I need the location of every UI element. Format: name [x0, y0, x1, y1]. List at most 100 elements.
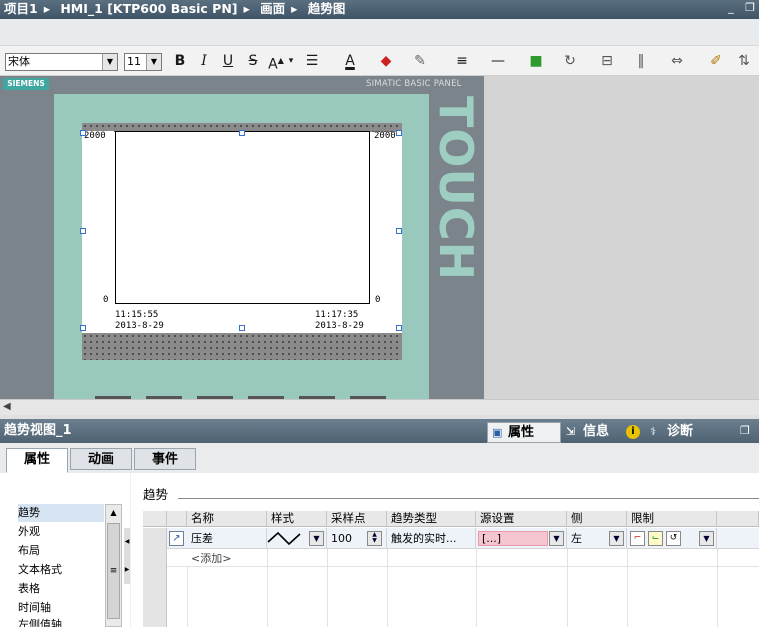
tab-properties-top[interactable]: ▣ 属性 [487, 422, 561, 443]
format-painter-icon[interactable]: ✐ [706, 51, 726, 71]
column-header-name[interactable]: 名称 [187, 511, 267, 527]
nav-item-layout[interactable]: 布局 [18, 542, 40, 560]
column-header-limits[interactable]: 限制 [627, 511, 717, 527]
resize-handle[interactable] [396, 325, 402, 331]
italic-button[interactable]: I [197, 51, 211, 71]
resize-handle[interactable] [396, 130, 402, 136]
row-side[interactable]: 左 ▼ [567, 528, 627, 549]
horizontal-scrollbar[interactable]: ◀ [0, 399, 759, 415]
spinner-icon[interactable]: ▲ ▼ [367, 531, 382, 546]
row-style[interactable]: ▼ [267, 528, 327, 549]
layer-icon[interactable]: ■ [526, 51, 546, 71]
chevron-down-icon[interactable]: ▼ [146, 54, 161, 70]
row-sample-points[interactable]: 100 ▲ ▼ [327, 528, 387, 549]
breadcrumb-separator-icon: ▸ [43, 1, 50, 16]
restore-icon[interactable]: ❐ [740, 424, 750, 437]
lower-limit-icon[interactable]: ⌙ [648, 531, 663, 546]
align-center-icon[interactable]: ⊟ [596, 51, 618, 71]
chevron-down-icon[interactable]: ▼ [549, 531, 564, 546]
scroll-left-icon[interactable]: ◀ [3, 401, 11, 412]
font-family-select[interactable]: 宋体 ▼ [5, 53, 118, 71]
bold-button[interactable]: B [172, 51, 188, 71]
grid-line [187, 567, 188, 627]
fill-color-icon[interactable]: ◆ [376, 51, 396, 71]
source-settings-field[interactable]: [...] [478, 531, 548, 546]
breadcrumb: 项目1 ▸ HMI_1 [KTP600 Basic PN] ▸ 画面 ▸ 趋势图 [0, 0, 759, 19]
nav-item-table[interactable]: 表格 [18, 580, 40, 598]
font-grow-button[interactable]: A▲ [266, 51, 286, 73]
row-header-column [143, 528, 167, 627]
underline-button[interactable]: U [220, 51, 236, 71]
chevron-down-icon[interactable]: ▼ [102, 54, 117, 70]
row-limits[interactable]: ⌐ ⌙ ↺ ▼ [627, 528, 717, 549]
tab-properties[interactable]: 属性 [6, 448, 68, 473]
font-family-value: 宋体 [8, 55, 30, 68]
add-trend-label[interactable]: <添加> [191, 550, 231, 566]
left-axis-min: 0 [103, 295, 109, 305]
chevron-up-icon[interactable]: ▲ [107, 506, 120, 520]
nav-item-trend[interactable]: 趋势 [18, 504, 104, 522]
rotate-icon[interactable]: ↻ [560, 51, 580, 71]
chevron-down-icon[interactable]: ▼ [309, 531, 324, 546]
inspector-title: 趋势视图_1 [0, 419, 759, 443]
nav-item-text-format[interactable]: 文本格式 [18, 561, 62, 579]
nav-item-appearance[interactable]: 外观 [18, 523, 40, 541]
section-divider [178, 498, 759, 499]
resize-handle[interactable] [80, 228, 86, 234]
row-name[interactable]: 压差 [187, 528, 267, 549]
same-size-icon[interactable]: ⇔ [666, 51, 688, 71]
minimize-icon[interactable]: _ [728, 1, 734, 14]
tab-animations[interactable]: 动画 [70, 448, 132, 470]
collapse-nav-icon[interactable]: ◀ ▶ [124, 528, 130, 584]
line-style-icon[interactable]: — [486, 51, 510, 71]
font-color-button[interactable]: A [341, 51, 359, 71]
column-header-source[interactable]: 源设置 [476, 511, 567, 527]
column-header-side[interactable]: 侧 [567, 511, 627, 527]
tab-diagnostics[interactable]: ⚕ 诊断 [647, 422, 723, 443]
chevron-down-icon[interactable]: ▼ [609, 531, 624, 546]
tab-info[interactable]: ⇲ 信息 i [563, 422, 645, 443]
right-axis-min: 0 [375, 295, 381, 305]
strikethrough-button[interactable]: S [245, 51, 261, 71]
properties-icon: ▣ [492, 426, 503, 439]
sort-icon[interactable]: ⇅ [732, 51, 756, 71]
trend-view[interactable] [115, 131, 370, 304]
nav-item-time-axis[interactable]: 时间轴 [18, 599, 51, 617]
line-color-icon[interactable]: ✎ [410, 51, 430, 71]
resize-handle[interactable] [80, 325, 86, 331]
breadcrumb-project[interactable]: 项目1 [4, 0, 38, 18]
tab-events[interactable]: 事件 [134, 448, 196, 470]
resize-handle[interactable] [396, 228, 402, 234]
tab-properties-top-label: 属性 [508, 425, 535, 440]
x-axis-end-time: 11:17:35 [315, 310, 359, 320]
font-size-select[interactable]: 11 ▼ [124, 53, 162, 71]
chevron-down-icon[interactable]: ▼ [699, 531, 714, 546]
grid-line [267, 549, 268, 627]
nav-scrollbar[interactable]: ▲ ≡ [105, 504, 122, 627]
column-header-trend-type[interactable]: 趋势类型 [387, 511, 476, 527]
distribute-icon[interactable]: ‖ [630, 51, 652, 71]
column-header-style[interactable]: 样式 [267, 511, 327, 527]
dropdown-arrow-icon[interactable]: ▾ [286, 51, 296, 71]
resize-handle[interactable] [239, 325, 245, 331]
add-row[interactable] [167, 549, 759, 567]
breadcrumb-device[interactable]: HMI_1 [KTP600 Basic PN] [60, 0, 237, 18]
line-width-icon[interactable]: ≡ [450, 51, 474, 71]
x-axis-start-time: 11:15:55 [115, 310, 159, 320]
row-source[interactable]: [...] ▼ [476, 528, 567, 549]
upper-limit-icon[interactable]: ⌐ [630, 531, 645, 546]
align-left-icon[interactable]: ☰ [300, 51, 324, 71]
restore-icon[interactable]: ❐ [745, 1, 755, 14]
resize-handle[interactable] [80, 130, 86, 136]
column-header-sample-points[interactable]: 采样点 [327, 511, 387, 527]
scroll-thumb[interactable]: ≡ [107, 523, 120, 619]
nav-item-left-value-axis[interactable]: 左侧值轴 [18, 618, 62, 627]
resize-handle[interactable] [239, 130, 245, 136]
row-trend-type[interactable]: 触发的实时... [387, 528, 476, 549]
limit-settings-icon[interactable]: ↺ [666, 531, 681, 546]
breadcrumb-screens[interactable]: 画面 [260, 0, 285, 18]
side-value: 左 [571, 532, 582, 545]
font-size-value: 11 [127, 55, 141, 68]
window-controls: _ ❐ [728, 1, 755, 14]
trend-icon: ↗ [169, 531, 184, 546]
